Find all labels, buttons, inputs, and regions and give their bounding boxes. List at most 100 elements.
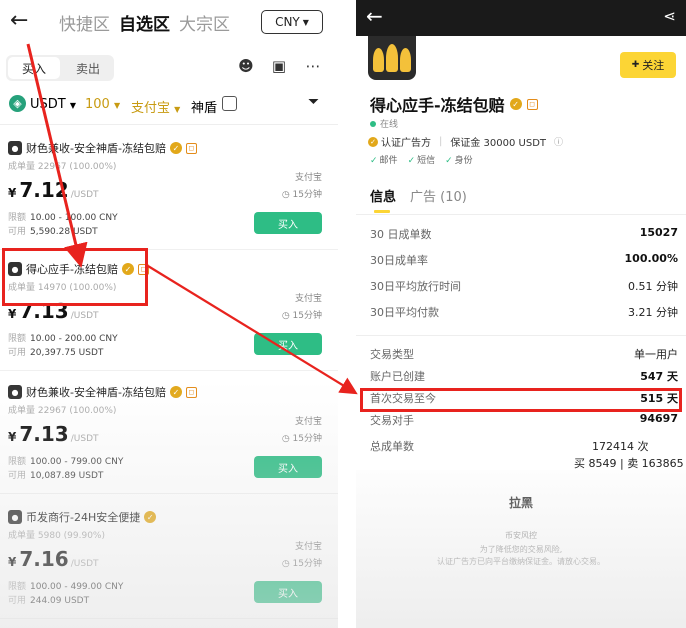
advertiser-icon: ✓ — [368, 136, 378, 147]
price-value: 7.16 — [19, 547, 69, 571]
buy-toggle[interactable]: 买入 — [8, 57, 60, 79]
divider — [356, 335, 686, 336]
price-unit-text: USDT — [73, 559, 99, 569]
avail-value: 5,590.28 USDT — [30, 227, 98, 237]
stat-label: 30日平均付款 — [370, 306, 439, 319]
ad-card[interactable]: ● 币发商行-24H安全便捷 ✓ 成单量 5980 (99.90%) 支付宝 ¥7.16/… — [0, 499, 338, 619]
total-orders-value: 172414 次 — [592, 440, 649, 453]
online-text: 在线 — [380, 120, 399, 130]
limit-value: 10.00 - 200.00 CNY — [30, 334, 118, 344]
verify-email: ✓ 邮件 — [370, 156, 398, 166]
payment-filter[interactable]: 支付宝 ▼ — [131, 97, 180, 116]
merchant-avatar — [368, 36, 416, 80]
shield-badge-icon: ◻ — [185, 386, 197, 398]
limit-range: 限额 10.00 - 200.00 CNY — [8, 331, 118, 344]
back-arrow-icon[interactable]: ← — [10, 8, 28, 33]
verify-id: ✓ 身份 — [445, 156, 473, 166]
stat-label: 30日成单率 — [370, 254, 428, 267]
clock-icon: ◷ — [281, 434, 290, 444]
online-status: 在线 — [370, 117, 398, 130]
back-arrow-icon[interactable]: ← — [366, 4, 383, 28]
shield-badge-icon: ◻ — [526, 98, 538, 110]
currency-symbol: ¥ — [8, 186, 17, 200]
stat-row: 30日平均放行时间 0.51 分钟 — [370, 278, 678, 296]
deposit-badge: 保证金 30000 USDT — [450, 138, 547, 149]
amount-filter[interactable]: 100 ▼ — [85, 97, 120, 112]
currency-symbol: ¥ — [8, 430, 17, 444]
merchant-name[interactable]: 财色兼收-安全神盾-冻结包赔 — [26, 384, 166, 400]
top-nav: ← 快捷区 自选区 大宗区 CNY ▼ — [0, 0, 338, 42]
add-user-icon: ✚ — [631, 60, 640, 70]
price-unit: /USDT — [70, 434, 99, 444]
buy-sell-breakdown: 买 8549 | 卖 163865 — [574, 457, 684, 470]
tab-ads[interactable]: 广告 (10) — [410, 186, 467, 205]
tab-block[interactable]: 大宗区 — [179, 10, 230, 35]
merchant-highlight-box — [2, 248, 148, 306]
merchant-name[interactable]: 财色兼收-安全神盾-冻结包赔 — [26, 140, 166, 156]
price-unit: /USDT — [70, 190, 99, 200]
payment-time: ◷ 15分钟 — [282, 308, 322, 321]
info-icon[interactable]: ⓘ — [554, 135, 563, 148]
clock-icon: ◷ — [281, 559, 290, 569]
order-stats: 成单量 22967 (100.00%) — [8, 159, 116, 172]
limit-value: 100.00 - 499.00 CNY — [30, 582, 124, 592]
stat-label: 账户已创建 — [370, 370, 425, 383]
tab-quick[interactable]: 快捷区 — [59, 10, 110, 35]
share-icon[interactable]: ⋖ — [663, 7, 676, 25]
tab-custom[interactable]: 自选区 — [119, 10, 170, 35]
available-amount: 可用 244.09 USDT — [8, 593, 89, 606]
shield-filter-label: 神盾 — [191, 101, 218, 116]
shield-badge-icon: ◻ — [185, 142, 197, 154]
currency-select[interactable]: CNY ▼ — [261, 10, 323, 34]
shield-checkbox[interactable] — [222, 96, 237, 111]
order-stats-value: 22967 (100.00%) — [37, 406, 117, 416]
limit-label: 限额 — [8, 334, 27, 344]
merchant-name[interactable]: 币发商行-24H安全便捷 — [26, 509, 140, 525]
screenshot-stage: ← 快捷区 自选区 大宗区 CNY ▼ 买入 卖出 ☻ ▣ ⋯ ◈ USDT ▼… — [0, 0, 686, 628]
currency-label: CNY — [275, 15, 300, 29]
merchant-profile-panel: ← ⋖ ✚ 关注 得心应手-冻结包赔 ✓ ◻ 在线 ✓ 认证广告方 | 保证金 … — [356, 0, 686, 628]
orders-icon[interactable]: ▣ — [269, 56, 289, 76]
limit-range: 限额 10.00 - 100.00 CNY — [8, 210, 118, 223]
merchant-avatar-icon: ● — [8, 141, 22, 155]
follow-button[interactable]: ✚ 关注 — [620, 52, 676, 78]
stat-label: 交易对手 — [370, 414, 414, 427]
stat-row: 交易对手 94697 — [370, 412, 678, 430]
sell-toggle[interactable]: 卖出 — [62, 57, 114, 79]
verification-list: ✓ 邮件 ✓ 短信 ✓ 身份 — [370, 153, 473, 166]
merchant-avatar-icon: ● — [8, 510, 22, 524]
verify-sms-label: 短信 — [417, 156, 436, 166]
buy-button[interactable]: 买入 — [254, 333, 322, 355]
verify-sms: ✓ 短信 — [407, 156, 436, 166]
verified-icon: ✓ — [509, 98, 522, 110]
order-stats-value: 22967 (100.00%) — [37, 162, 117, 172]
avail-value: 244.09 USDT — [30, 596, 90, 606]
block-button[interactable]: 拉黑 — [356, 494, 686, 511]
buy-button[interactable]: 买入 — [254, 456, 322, 478]
more-icon[interactable]: ⋯ — [303, 56, 323, 76]
verified-icon: ✓ — [144, 511, 157, 523]
coin-filter[interactable]: USDT ▼ — [30, 97, 76, 112]
divider — [0, 493, 338, 494]
tab-info[interactable]: 信息 — [370, 186, 396, 205]
stat-label: 30 日成单数 — [370, 228, 432, 241]
notification-icon[interactable]: ☻ — [236, 56, 256, 76]
merchant-row: ● 财色兼收-安全神盾-冻结包赔 ✓ ◻ — [8, 384, 197, 400]
ad-card[interactable]: ● 财色兼收-安全神盾-冻结包赔 ✓ ◻ 成单量 22967 (100.00%) 支付宝 ¥… — [0, 374, 338, 494]
follow-label: 关注 — [642, 59, 665, 72]
amount-filter-label: 100 — [85, 97, 110, 112]
buy-button[interactable]: 买入 — [254, 212, 322, 234]
stat-value: 100.00% — [624, 252, 678, 265]
verified-icon: ✓ — [169, 386, 182, 398]
stat-label: 30日平均放行时间 — [370, 280, 461, 293]
limit-label: 限额 — [8, 457, 27, 467]
avail-label: 可用 — [8, 348, 27, 358]
online-dot-icon — [370, 120, 376, 127]
buy-button[interactable]: 买入 — [254, 581, 322, 603]
merchant-name: 得心应手-冻结包赔 ✓ ◻ — [370, 92, 538, 116]
clock-icon: ◷ — [281, 190, 290, 200]
filter-funnel-icon[interactable]: ⏷ — [308, 94, 319, 110]
stat-value: 15027 — [639, 226, 678, 239]
ad-card[interactable]: ● 财色兼收-安全神盾-冻结包赔 ✓ ◻ 成单量 22967 (100.00%) 支付宝 ¥… — [0, 130, 338, 250]
merchant-name-text: 得心应手-冻结包赔 — [370, 96, 505, 115]
